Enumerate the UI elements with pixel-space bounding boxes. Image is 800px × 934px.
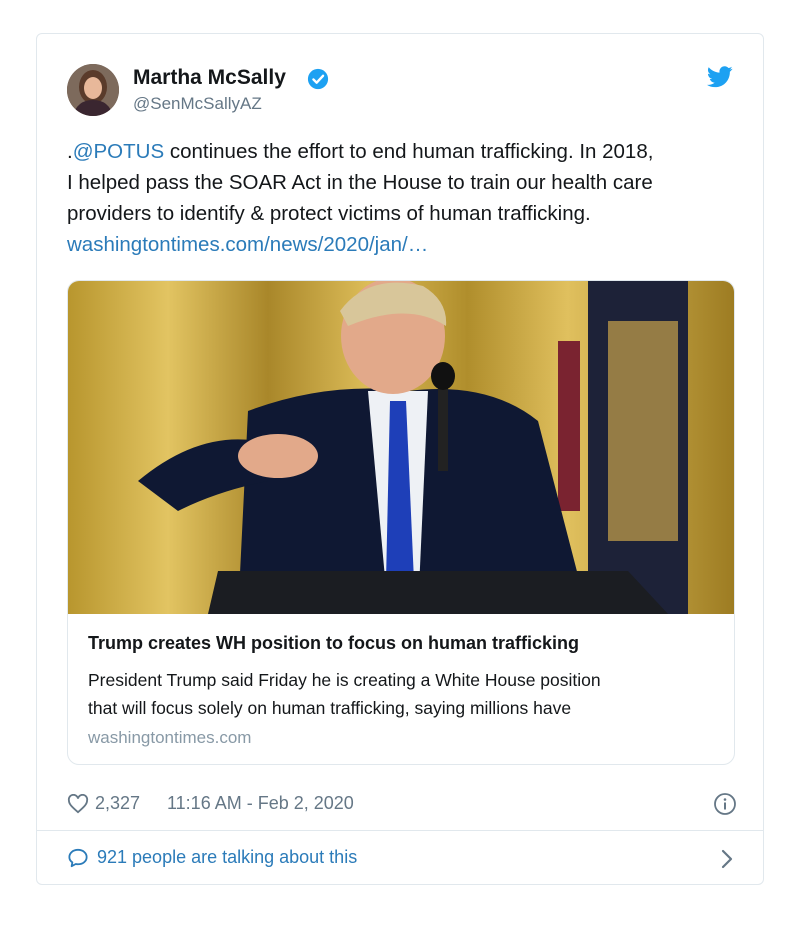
card-title[interactable]: Trump creates WH position to focus on hu… <box>88 633 718 654</box>
heart-icon[interactable] <box>67 794 89 814</box>
talking-about-text: 921 people are talking about this <box>97 847 358 867</box>
tweet-card[interactable]: Martha McSally @SenMcSallyAZ .@POTUS con… <box>36 33 764 885</box>
tweet-meta-row: 2,327 11:16 AM - Feb 2, 2020 <box>67 792 737 820</box>
tweet-text-line: providers to identify & protect victims … <box>67 202 591 225</box>
timestamp-link[interactable]: 11:16 AM - Feb 2, 2020 <box>167 793 354 814</box>
photo-speaker-at-podium <box>68 281 734 614</box>
article-url-link[interactable]: washingtontimes.com/news/2020/jan/… <box>67 229 739 260</box>
author-avatar[interactable] <box>67 64 119 116</box>
tweet-text: .@POTUS continues the effort to end huma… <box>67 136 739 260</box>
talking-about-link[interactable]: 921 people are talking about this <box>67 845 737 873</box>
avatar-photo <box>67 64 119 116</box>
card-domain: washingtontimes.com <box>88 728 252 747</box>
tweet-text-line: I helped pass the SOAR Act in the House … <box>67 171 653 194</box>
speech-bubble-icon <box>68 848 88 868</box>
like-count[interactable]: 2,327 <box>95 793 140 814</box>
author-handle[interactable]: @SenMcSallyAZ <box>133 94 262 114</box>
twitter-bird-icon[interactable] <box>707 66 733 88</box>
tweet-text-rest: continues the effort to end human traffi… <box>164 140 654 163</box>
card-description-line: President Trump said Friday he is creati… <box>88 670 601 690</box>
chevron-right-icon <box>721 849 733 869</box>
divider <box>37 830 763 831</box>
card-description-line: that will focus solely on human traffick… <box>88 698 572 718</box>
verified-badge-icon <box>307 68 329 90</box>
card-description: President Trump said Friday he is creati… <box>88 666 718 722</box>
mention-link[interactable]: @POTUS <box>73 140 164 163</box>
link-preview-card[interactable]: Trump creates WH position to focus on hu… <box>67 280 735 765</box>
tweet-text-line: .@POTUS continues the effort to end huma… <box>67 136 739 167</box>
info-icon[interactable] <box>713 792 737 816</box>
author-name[interactable]: Martha McSally <box>133 66 286 90</box>
